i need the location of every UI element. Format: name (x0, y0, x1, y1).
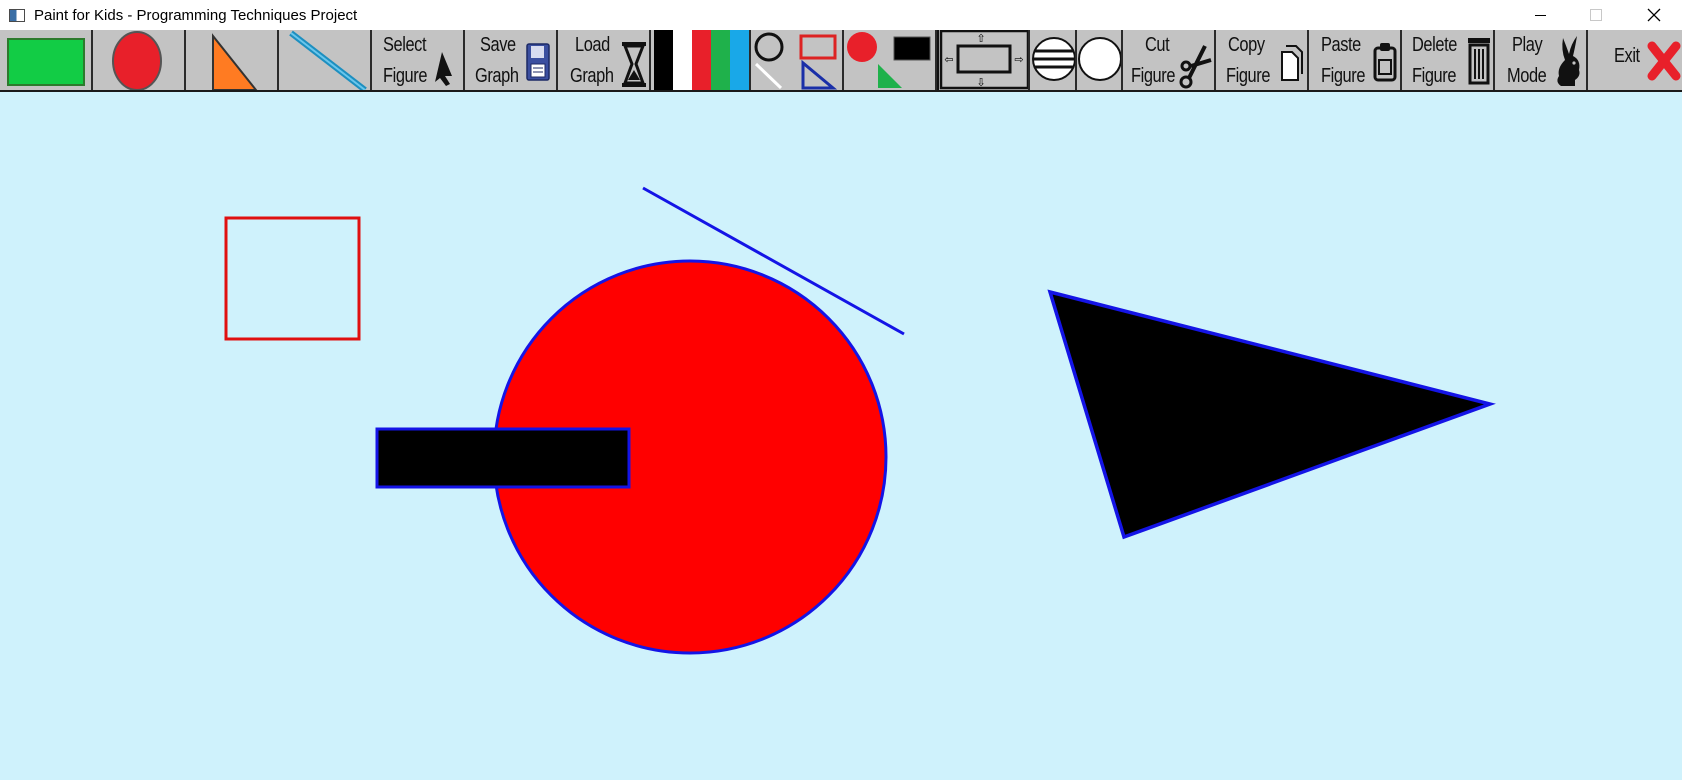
minimize-button[interactable] (1516, 0, 1564, 30)
red-x-icon (1647, 41, 1681, 81)
minimize-icon (1534, 14, 1546, 16)
change-fill-color-button[interactable] (844, 30, 937, 90)
svg-text:⇩: ⇩ (976, 76, 985, 89)
resize-icon: ⇧ ⇩ ⇦ ⇨ (939, 30, 1028, 90)
save-graph-button[interactable]: Save Graph (465, 30, 558, 90)
blue-line-icon (289, 30, 367, 90)
play-mode-button[interactable]: Play Mode (1495, 30, 1588, 90)
canvas-drawing[interactable] (0, 92, 1682, 775)
change-border-width-button[interactable] (1030, 30, 1123, 90)
hourglass-icon (622, 42, 646, 87)
close-icon (1647, 8, 1661, 22)
figure-triangle[interactable] (1047, 289, 1496, 540)
change-draw-color-button[interactable] (751, 30, 844, 90)
drawing-canvas[interactable] (0, 92, 1682, 775)
palette-blue[interactable] (730, 30, 749, 90)
figure-outlined-rectangle[interactable] (224, 216, 361, 341)
cursor-icon (435, 52, 452, 86)
circle-tool[interactable] (93, 30, 186, 90)
scissors-icon (1179, 45, 1212, 89)
title-bar: Paint for Kids - Programming Techniques … (0, 0, 1682, 30)
rectangle-tool[interactable] (0, 30, 93, 90)
triangle-tool[interactable] (186, 30, 279, 90)
border-width-icon (1032, 30, 1121, 90)
load-graph-button[interactable]: Load Graph (558, 30, 651, 90)
color-palette[interactable] (651, 30, 751, 90)
red-circle-icon (112, 31, 162, 90)
cut-figure-button[interactable]: Cut Figure (1123, 30, 1216, 90)
palette-black[interactable] (654, 30, 673, 90)
draw-color-icon (754, 32, 838, 90)
palette-green[interactable] (711, 30, 730, 90)
svg-text:⇧: ⇧ (976, 32, 985, 45)
line-tool[interactable] (279, 30, 372, 90)
app-icon (9, 8, 25, 22)
copy-icon (1281, 45, 1303, 81)
maximize-button[interactable] (1572, 0, 1620, 30)
trash-icon (1468, 38, 1490, 85)
floppy-disk-icon (526, 43, 550, 81)
fill-color-icon (847, 32, 931, 88)
maximize-icon (1590, 9, 1602, 21)
green-rectangle-icon (7, 38, 85, 86)
resize-figure-button[interactable]: ⇧ ⇩ ⇦ ⇨ (937, 30, 1030, 90)
exit-button[interactable]: Exit (1588, 30, 1682, 90)
delete-figure-button[interactable]: Delete Figure (1402, 30, 1495, 90)
figure-filled-rectangle[interactable] (375, 427, 631, 489)
orange-triangle-icon (212, 33, 258, 90)
palette-white[interactable] (673, 30, 692, 90)
bunny-icon (1557, 36, 1580, 86)
toolbar: Select Figure Save Graph Load Graph ⇧ ⇩ … (0, 30, 1682, 92)
svg-text:⇨: ⇨ (1014, 53, 1023, 66)
color-palette-icon (654, 30, 749, 90)
copy-figure-button[interactable]: Copy Figure (1216, 30, 1309, 90)
clipboard-icon (1373, 43, 1397, 82)
select-figure-button[interactable]: Select Figure (372, 30, 465, 90)
close-button[interactable] (1630, 0, 1678, 30)
svg-text:⇦: ⇦ (944, 53, 953, 66)
window-title: Paint for Kids - Programming Techniques … (34, 6, 358, 24)
paste-figure-button[interactable]: Paste Figure (1309, 30, 1402, 90)
palette-red[interactable] (692, 30, 711, 90)
